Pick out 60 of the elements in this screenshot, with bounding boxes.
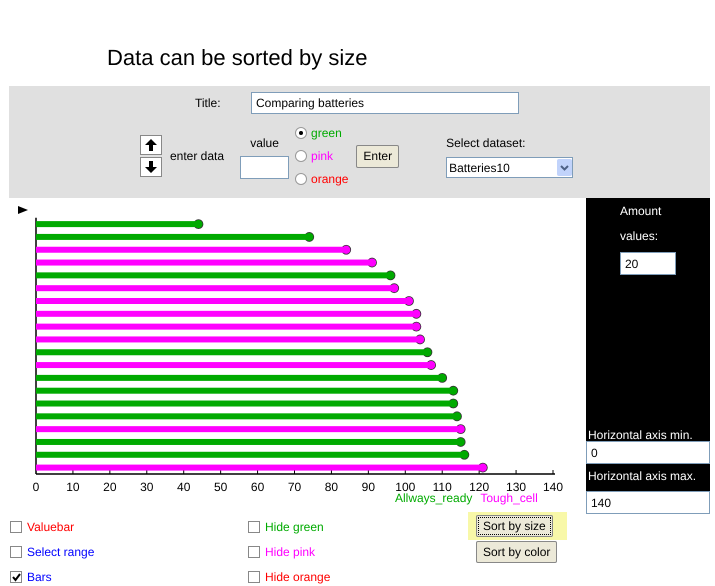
- checkbox-label: Hide orange: [265, 569, 330, 586]
- axis-max-label: Horizontal axis max.: [587, 468, 698, 485]
- axis-tick-label: 100: [395, 480, 416, 494]
- checkbox[interactable]: [248, 571, 260, 583]
- axis-tick-label: 90: [362, 480, 376, 494]
- axis-tick-label: 130: [506, 480, 526, 494]
- play-icon[interactable]: [18, 206, 28, 214]
- page-heading: Data can be sorted by size: [107, 44, 368, 72]
- axis-tick-label: 80: [324, 480, 338, 494]
- chevron-down-icon: [557, 159, 572, 176]
- axis-min-field[interactable]: 0: [586, 441, 710, 464]
- axis-min-label: Horizontal axis min.: [587, 427, 694, 441]
- radio-label: pink: [311, 148, 334, 165]
- enter-data-label: enter data: [170, 148, 224, 165]
- radio-label: orange: [311, 171, 348, 188]
- axis-tick-label: 110: [432, 480, 452, 494]
- axis-tick-label: 20: [103, 480, 117, 494]
- checkbox[interactable]: [248, 521, 260, 533]
- checkbox-label: Select range: [27, 544, 94, 561]
- axis-tick-label: 120: [469, 480, 490, 494]
- checkmark-icon: [12, 572, 20, 582]
- axis-max-field[interactable]: 140: [586, 491, 710, 514]
- radio-button[interactable]: [295, 150, 308, 162]
- amount-label: values:: [620, 228, 658, 245]
- checkbox-label: Hide pink: [265, 544, 316, 561]
- checkbox-label: Bars: [27, 569, 52, 586]
- down-arrow-icon: [145, 161, 157, 173]
- amount-label: Amount: [620, 203, 662, 220]
- legend-label: Allways_ready: [395, 491, 472, 503]
- axis-tick-label: 60: [250, 480, 264, 494]
- sort-button[interactable]: Sort by color: [476, 541, 558, 563]
- checkbox-label: Hide green: [265, 519, 324, 536]
- checkbox[interactable]: [10, 546, 22, 558]
- checkbox[interactable]: [248, 546, 260, 558]
- down-arrow-button[interactable]: [140, 157, 162, 177]
- up-arrow-icon: [145, 139, 157, 151]
- axis-tick-label: 50: [214, 480, 228, 494]
- dataset-dropdown[interactable]: Batteries10: [446, 157, 574, 178]
- value-field[interactable]: [240, 156, 290, 178]
- title-field[interactable]: Comparing batteries: [251, 92, 519, 114]
- up-arrow-button[interactable]: [140, 135, 162, 155]
- enter-button[interactable]: Enter: [356, 144, 400, 168]
- sort-button[interactable]: Sort by size: [476, 515, 553, 537]
- checkbox[interactable]: [10, 521, 22, 533]
- axis-tick-label: 10: [66, 480, 80, 494]
- axis-tick-label: 70: [288, 480, 302, 494]
- axis-tick-label: 140: [542, 480, 564, 494]
- radio-button[interactable]: [295, 127, 308, 139]
- radio-button[interactable]: [295, 173, 308, 185]
- axis-tick-label: 30: [140, 480, 154, 494]
- amount-field[interactable]: 20: [620, 252, 676, 275]
- dataset-label: Select dataset:: [446, 135, 526, 152]
- axis-tick-label: 40: [177, 480, 190, 494]
- value-label: value: [250, 134, 279, 152]
- axis-tick-label: 0: [32, 480, 40, 494]
- legend-label: Tough_cell: [480, 491, 538, 503]
- radio-label: green: [311, 125, 342, 142]
- checkbox[interactable]: [10, 571, 22, 583]
- checkbox-label: Valuebar: [27, 519, 74, 536]
- title-label: Title:: [195, 95, 222, 112]
